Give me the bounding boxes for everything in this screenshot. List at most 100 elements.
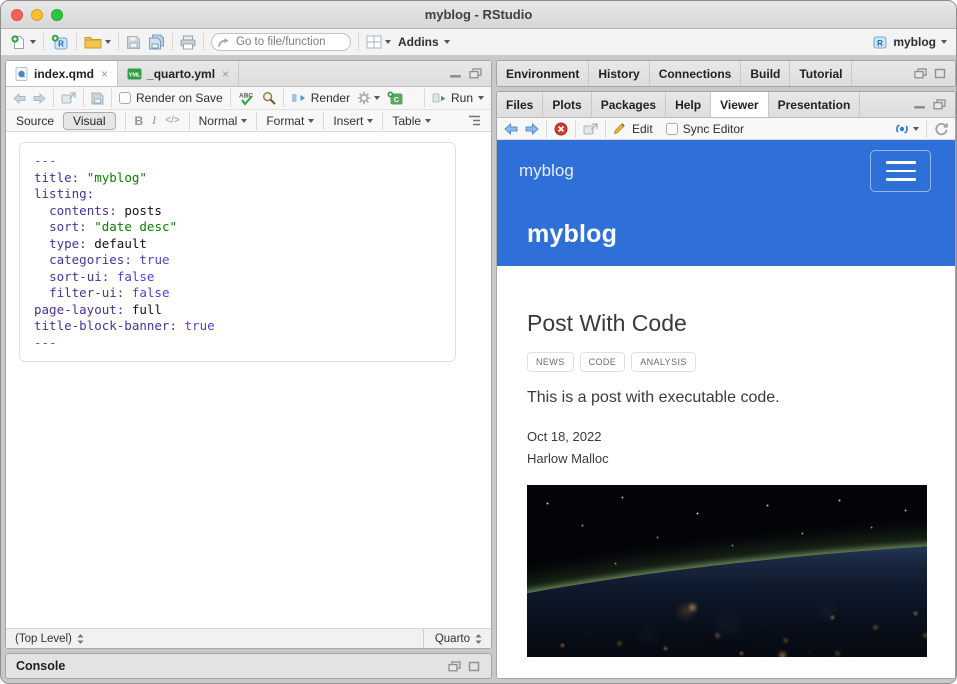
tab-viewer[interactable]: Viewer [711,92,768,117]
tab-files[interactable]: Files [497,92,543,117]
insert-chunk-icon[interactable]: C [387,91,403,105]
maximize-pane-button[interactable] [933,99,946,110]
render-on-save-checkbox[interactable]: Render on Save [119,91,223,105]
restore-pane-button[interactable] [448,661,461,672]
project-menu[interactable]: R myblog [872,35,947,50]
pane-layout-icon [366,35,382,49]
viewer-back-icon[interactable] [504,123,518,135]
editor-body[interactable]: ---title: "myblog"listing: contents: pos… [6,132,491,628]
viewer-forward-icon[interactable] [525,123,539,135]
visual-mode-button[interactable]: Visual [63,112,115,130]
render-settings-button[interactable] [357,91,380,105]
rstudio-window: myblog - RStudio R [0,0,957,684]
gear-icon [357,91,371,105]
blog-navbar-brand[interactable]: myblog [519,161,574,181]
viewer-popout-icon[interactable] [583,123,598,135]
save-button[interactable] [126,35,141,50]
save-all-button[interactable] [148,34,165,50]
goto-arrow-icon [218,37,230,48]
tab-tutorial[interactable]: Tutorial [790,61,852,86]
insert-caret-icon [367,119,373,123]
yaml-code-block[interactable]: ---title: "myblog"listing: contents: pos… [19,142,456,362]
close-tab-icon[interactable]: × [222,67,229,81]
paragraph-style-caret-icon [241,119,247,123]
save-icon [126,35,141,50]
format-menu[interactable]: Format [266,114,314,128]
publish-button[interactable] [894,122,919,136]
print-icon [180,35,196,50]
main-toolbar: R Addins [1,29,956,56]
source-mode-button[interactable]: Source [16,114,54,128]
tab-index-qmd[interactable]: index.qmd × [6,61,118,86]
popout-icon[interactable] [61,92,76,104]
checkbox-box[interactable] [119,92,131,104]
category-badge[interactable]: CODE [580,352,626,372]
outline-toggle-icon[interactable] [468,115,481,126]
mode-selector[interactable]: Quarto [423,629,491,648]
project-caret-icon [941,40,947,44]
tab-help[interactable]: Help [666,92,711,117]
open-file-button[interactable] [84,35,111,49]
forward-icon[interactable] [33,93,46,104]
sync-editor-checkbox[interactable]: Sync Editor [666,122,744,136]
editor-toolbar: Render on Save ABC Render C [6,87,491,110]
publish-icon [894,122,910,136]
new-file-button[interactable] [10,34,36,51]
refresh-icon[interactable] [934,122,948,136]
tab-quarto-yml[interactable]: YML _quarto.yml × [118,61,239,86]
print-button[interactable] [180,35,196,50]
updown-icon [77,634,84,644]
italic-button[interactable]: I [152,113,156,128]
category-badge[interactable]: ANALYSIS [631,352,696,372]
tab-plots[interactable]: Plots [543,92,591,117]
scope-selector[interactable]: (Top Level) [15,633,84,645]
tab-build[interactable]: Build [741,61,790,86]
environment-pane: Environment History Connections Build Tu… [496,60,956,87]
code-button[interactable]: </> [165,115,179,126]
yaml-file-icon: YML [127,68,142,80]
minimize-pane-button[interactable] [449,68,462,79]
save-doc-icon[interactable] [91,92,104,105]
maximize-pane-button[interactable] [934,68,946,79]
run-button[interactable]: Run [432,91,484,105]
edit-button[interactable]: Edit [613,122,653,136]
format-caret-icon [308,119,314,123]
viewer-pane: Files Plots Packages Help Viewer Present… [496,91,956,679]
back-icon[interactable] [13,93,26,104]
tab-presentation[interactable]: Presentation [769,92,861,117]
render-button[interactable]: Render [291,91,350,105]
new-project-button[interactable]: R [51,34,69,51]
maximize-pane-button[interactable] [468,661,480,672]
tab-label: _quarto.yml [147,67,215,81]
minimize-pane-button[interactable] [913,99,926,110]
table-menu[interactable]: Table [392,114,431,128]
restore-pane-button[interactable] [914,68,927,79]
run-icon [432,93,446,104]
addins-menu[interactable]: Addins [398,35,450,49]
console-pane-header[interactable]: Console [5,653,492,679]
stop-icon[interactable] [554,122,568,136]
open-file-caret-icon [105,40,111,44]
checkbox-box[interactable] [666,123,678,135]
paragraph-style-dropdown[interactable]: Normal [199,114,248,128]
pane-layout-button[interactable] [366,35,391,49]
svg-text:C: C [394,95,400,104]
tab-connections[interactable]: Connections [650,61,742,86]
insert-menu[interactable]: Insert [333,114,373,128]
search-icon[interactable] [262,91,276,105]
blog-navbar: myblog [497,140,955,202]
tab-environment[interactable]: Environment [497,61,589,86]
hamburger-menu-button[interactable] [870,150,931,192]
bold-button[interactable]: B [135,114,144,128]
tab-packages[interactable]: Packages [592,92,666,117]
tab-history[interactable]: History [589,61,649,86]
goto-file-input[interactable] [211,33,351,51]
spellcheck-icon[interactable]: ABC [238,91,255,106]
category-badge[interactable]: NEWS [527,352,574,372]
earth-globe [527,537,927,657]
close-tab-icon[interactable]: × [101,67,108,81]
viewer-content: myblog myblog Post With Code NEWS [497,140,955,678]
maximize-pane-button[interactable] [469,68,482,79]
open-folder-icon [84,35,102,49]
r-project-icon: R [872,35,888,50]
